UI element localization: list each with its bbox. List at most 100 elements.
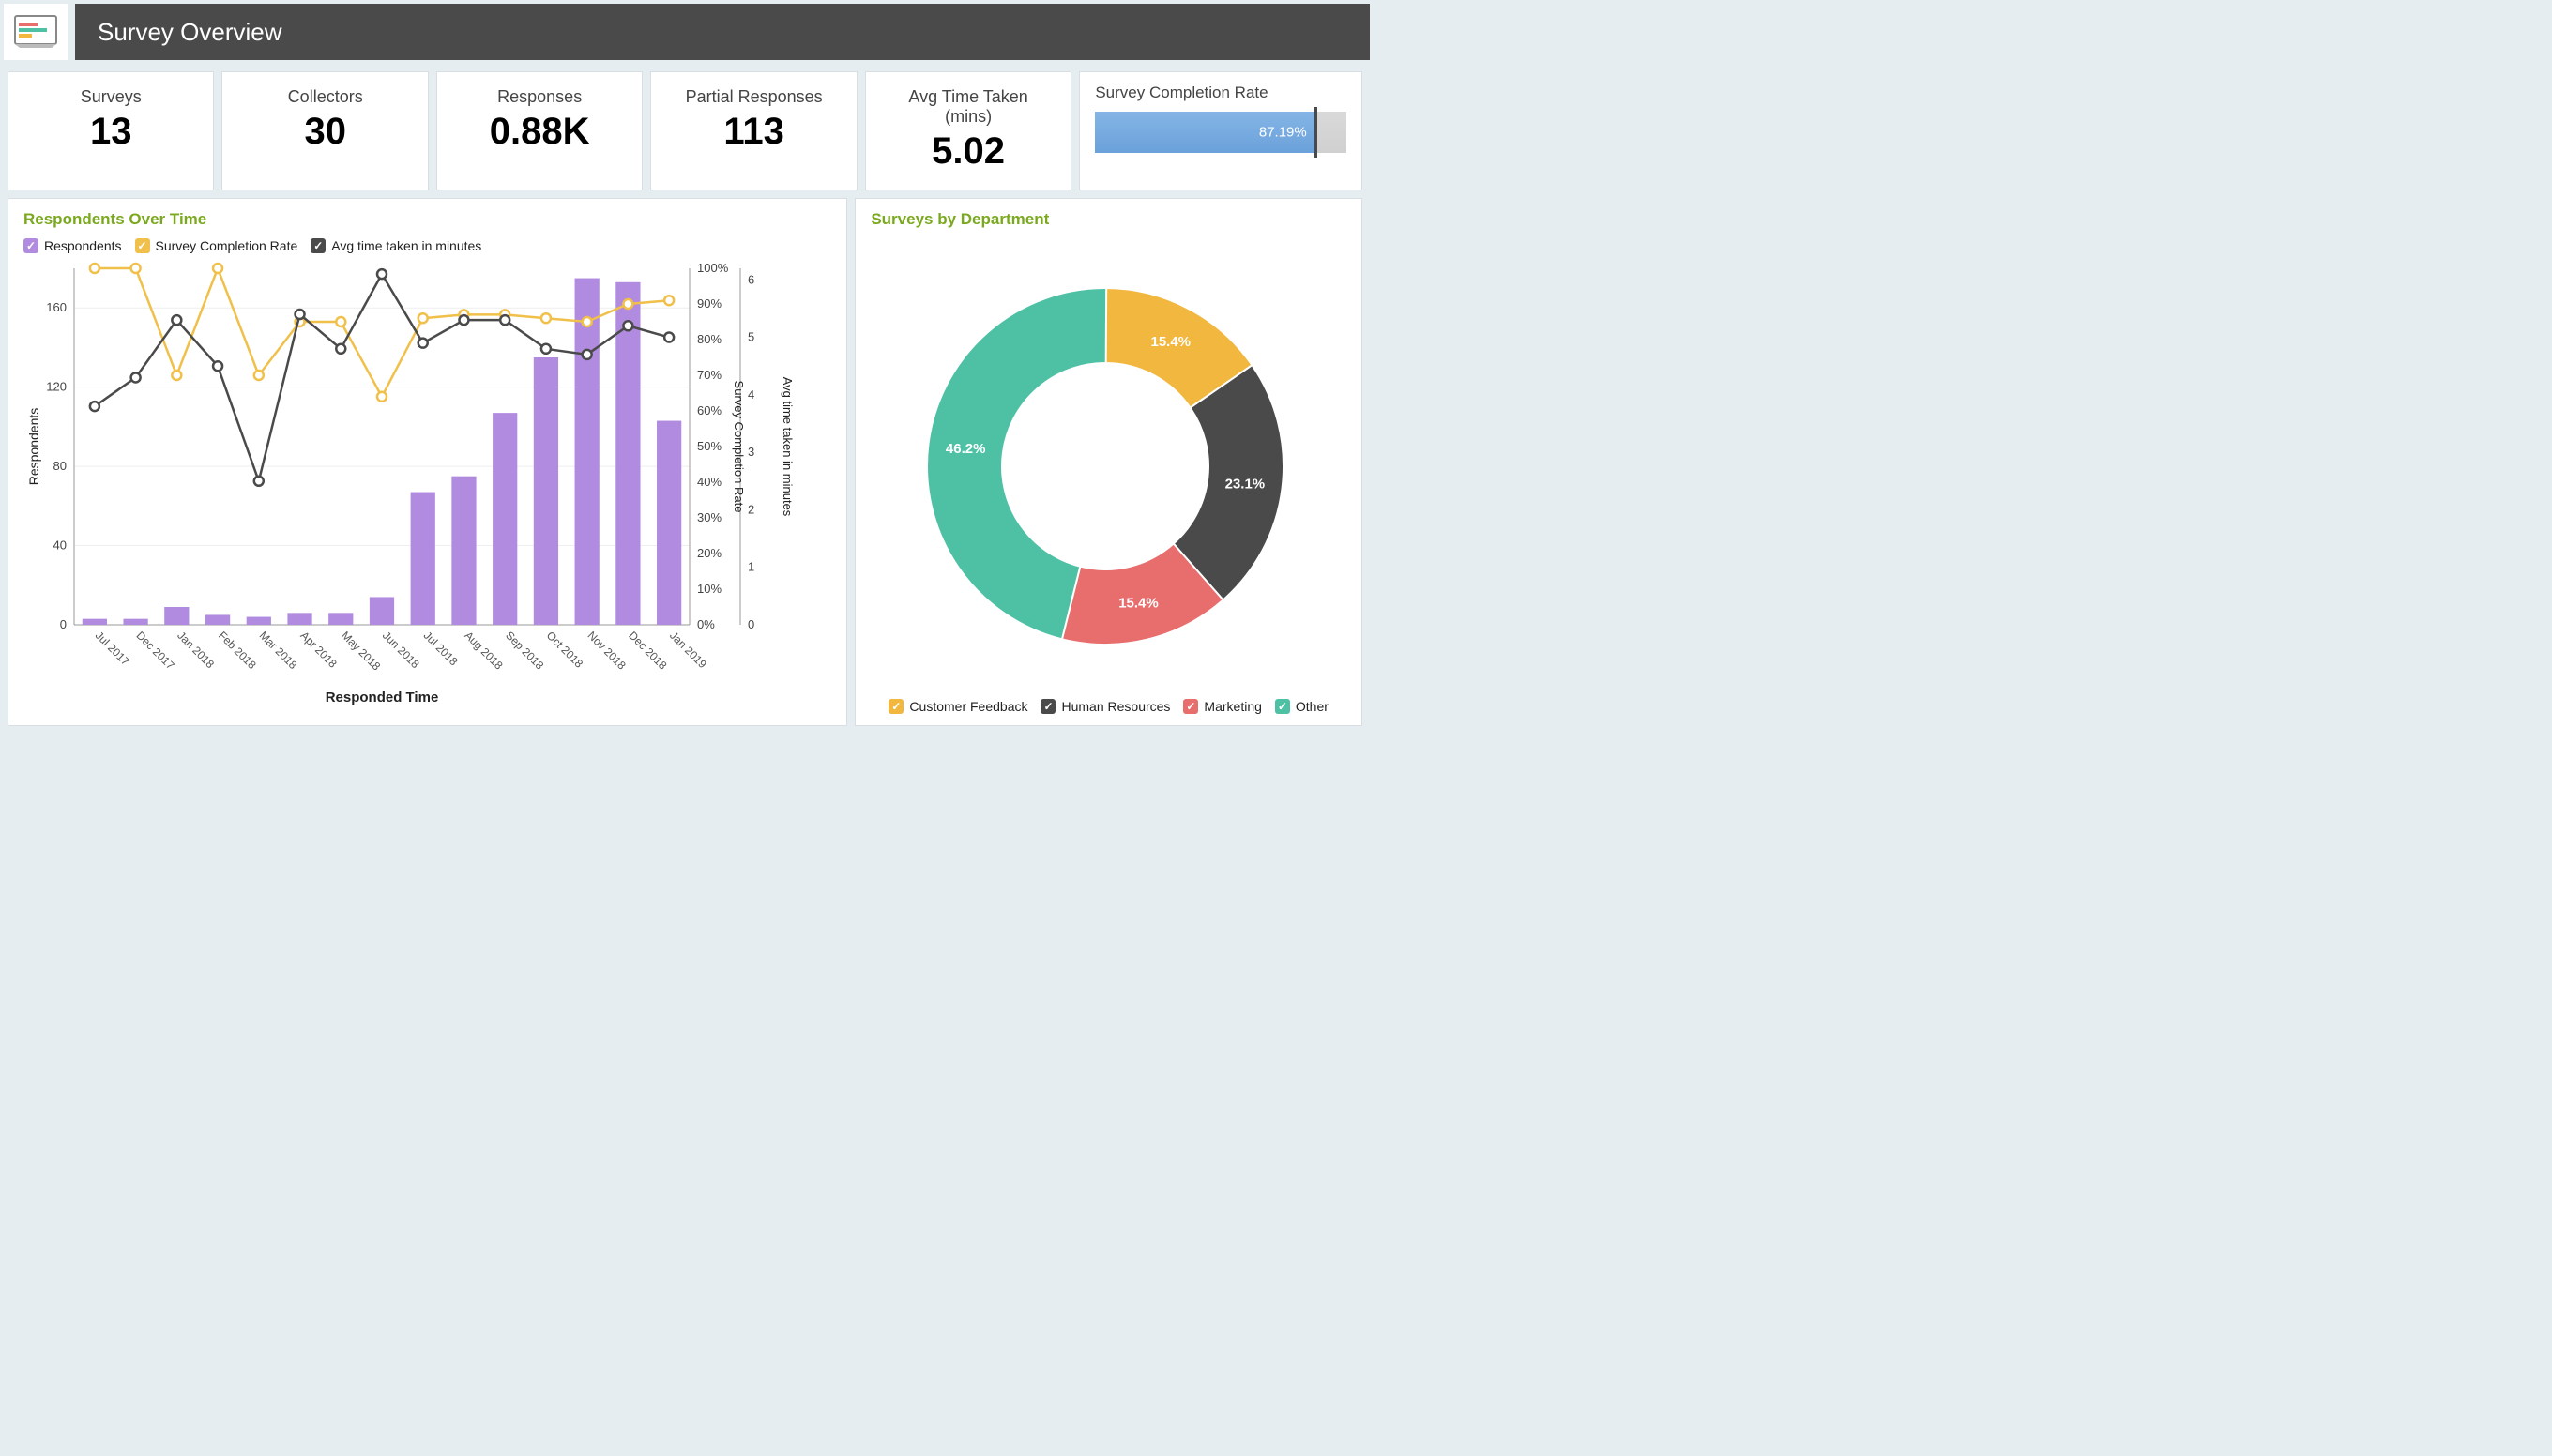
- header: Survey Overview: [0, 0, 1370, 64]
- legend-swatch: ✓: [311, 238, 326, 253]
- svg-text:Sep 2018: Sep 2018: [503, 629, 546, 672]
- page-title-bar: Survey Overview: [75, 4, 1370, 60]
- legend-label: Human Resources: [1061, 699, 1170, 714]
- svg-text:3: 3: [748, 445, 754, 459]
- kpi-surveys: Surveys 13: [8, 71, 214, 190]
- svg-text:Aug 2018: Aug 2018: [462, 629, 505, 672]
- legend-swatch: ✓: [1183, 699, 1198, 714]
- panel-surveys-by-department: Surveys by Department 15.4% 23.1% 15.4% 46.…: [855, 198, 1362, 726]
- progress-label: 87.19%: [1259, 125, 1307, 141]
- legend-swatch: ✓: [889, 699, 904, 714]
- svg-text:Jul 2017: Jul 2017: [93, 629, 132, 668]
- svg-text:0: 0: [748, 617, 754, 631]
- svg-text:Feb 2018: Feb 2018: [216, 629, 259, 672]
- legend-other[interactable]: ✓ Other: [1275, 699, 1329, 714]
- svg-text:23.1%: 23.1%: [1225, 476, 1266, 492]
- svg-text:4: 4: [748, 387, 754, 402]
- svg-text:5: 5: [748, 330, 754, 344]
- svg-text:Jul 2018: Jul 2018: [421, 629, 461, 668]
- page-title: Survey Overview: [98, 18, 282, 47]
- kpi-partial-responses: Partial Responses 113: [650, 71, 857, 190]
- kpi-value: 13: [27, 111, 194, 153]
- svg-text:Respondents: Respondents: [26, 408, 41, 486]
- svg-text:80: 80: [53, 459, 67, 473]
- kpi-avg-time: Avg Time Taken (mins) 5.02: [865, 71, 1071, 190]
- legend-swatch: ✓: [135, 238, 150, 253]
- legend-avg-time[interactable]: ✓ Avg time taken in minutes: [311, 238, 481, 253]
- charts-row: Respondents Over Time ✓ Respondents ✓ Su…: [0, 198, 1370, 734]
- svg-text:6: 6: [748, 272, 754, 286]
- kpi-responses: Responses 0.88K: [436, 71, 643, 190]
- legend-scr[interactable]: ✓ Survey Completion Rate: [135, 238, 298, 253]
- panel-title: Respondents Over Time: [23, 210, 831, 229]
- monitor-icon: [14, 15, 57, 49]
- svg-text:10%: 10%: [697, 582, 722, 596]
- svg-text:100%: 100%: [697, 261, 729, 275]
- svg-text:Jan 2019: Jan 2019: [667, 629, 709, 671]
- svg-text:20%: 20%: [697, 546, 722, 560]
- kpi-value: 30: [241, 111, 408, 153]
- svg-text:40: 40: [53, 538, 67, 553]
- svg-text:Dec 2017: Dec 2017: [133, 629, 176, 672]
- svg-text:Oct 2018: Oct 2018: [544, 629, 586, 671]
- progress-tick: [1314, 107, 1317, 158]
- kpi-value: 113: [670, 111, 837, 153]
- svg-text:15.4%: 15.4%: [1151, 334, 1192, 350]
- svg-text:0: 0: [60, 617, 67, 631]
- kpi-label: Responses: [456, 87, 623, 107]
- kpi-value: 0.88K: [456, 111, 623, 153]
- legend-label: Respondents: [44, 238, 122, 253]
- svg-text:Jan 2018: Jan 2018: [175, 629, 217, 671]
- svg-text:160: 160: [46, 300, 67, 314]
- svg-text:0%: 0%: [697, 617, 715, 631]
- kpi-label: Survey Completion Rate: [1095, 83, 1346, 102]
- svg-text:May 2018: May 2018: [339, 629, 383, 673]
- kpi-label: Partial Responses: [670, 87, 837, 107]
- svg-text:Jun 2018: Jun 2018: [380, 629, 422, 671]
- svg-text:50%: 50%: [697, 439, 722, 453]
- panel-title: Surveys by Department: [871, 210, 1346, 229]
- legend-customer-feedback[interactable]: ✓ Customer Feedback: [889, 699, 1027, 714]
- svg-text:70%: 70%: [697, 368, 722, 382]
- svg-text:Avg time taken in minutes: Avg time taken in minutes: [781, 377, 795, 517]
- legend-marketing[interactable]: ✓ Marketing: [1183, 699, 1261, 714]
- app-logo: [4, 4, 68, 60]
- progress-fill: 87.19%: [1095, 112, 1314, 153]
- legend-swatch: ✓: [23, 238, 38, 253]
- legend-swatch: ✓: [1275, 699, 1290, 714]
- svg-text:2: 2: [748, 502, 754, 516]
- svg-text:120: 120: [46, 380, 67, 394]
- svg-text:1: 1: [748, 560, 754, 574]
- legend-swatch: ✓: [1041, 699, 1056, 714]
- legend-respondents[interactable]: ✓ Respondents: [23, 238, 122, 253]
- svg-text:40%: 40%: [697, 475, 722, 489]
- kpi-value: 5.02: [885, 130, 1052, 173]
- svg-text:Dec 2018: Dec 2018: [626, 629, 669, 672]
- svg-text:15.4%: 15.4%: [1119, 596, 1160, 612]
- kpi-label: Collectors: [241, 87, 408, 107]
- legend-label: Customer Feedback: [909, 699, 1027, 714]
- donut-chart: 15.4% 23.1% 15.4% 46.2%: [871, 236, 1340, 687]
- kpi-label: Avg Time Taken (mins): [885, 87, 1052, 127]
- svg-text:60%: 60%: [697, 403, 722, 417]
- svg-text:90%: 90%: [697, 296, 722, 311]
- kpi-completion-rate: Survey Completion Rate 87.19%: [1079, 71, 1362, 190]
- kpi-label: Surveys: [27, 87, 194, 107]
- legend-human-resources[interactable]: ✓ Human Resources: [1041, 699, 1170, 714]
- legend-label: Survey Completion Rate: [156, 238, 298, 253]
- kpi-row: Surveys 13 Collectors 30 Responses 0.88K…: [0, 64, 1370, 198]
- combo-legend: ✓ Respondents ✓ Survey Completion Rate ✓…: [23, 238, 831, 253]
- kpi-collectors: Collectors 30: [221, 71, 428, 190]
- svg-text:Survey Completion Rate: Survey Completion Rate: [732, 381, 746, 513]
- donut-legend: ✓ Customer Feedback ✓ Human Resources ✓ …: [871, 699, 1346, 714]
- svg-text:Nov 2018: Nov 2018: [585, 629, 629, 672]
- svg-text:46.2%: 46.2%: [946, 441, 986, 457]
- svg-text:Responded Time: Responded Time: [326, 690, 439, 705]
- svg-text:80%: 80%: [697, 332, 722, 346]
- svg-text:30%: 30%: [697, 510, 722, 524]
- legend-label: Other: [1296, 699, 1329, 714]
- progress-bar: 87.19%: [1095, 112, 1346, 153]
- combo-chart: 040801201600%10%20%30%40%50%60%70%80%90%…: [23, 259, 802, 709]
- legend-label: Marketing: [1204, 699, 1261, 714]
- svg-text:Mar 2018: Mar 2018: [257, 629, 300, 672]
